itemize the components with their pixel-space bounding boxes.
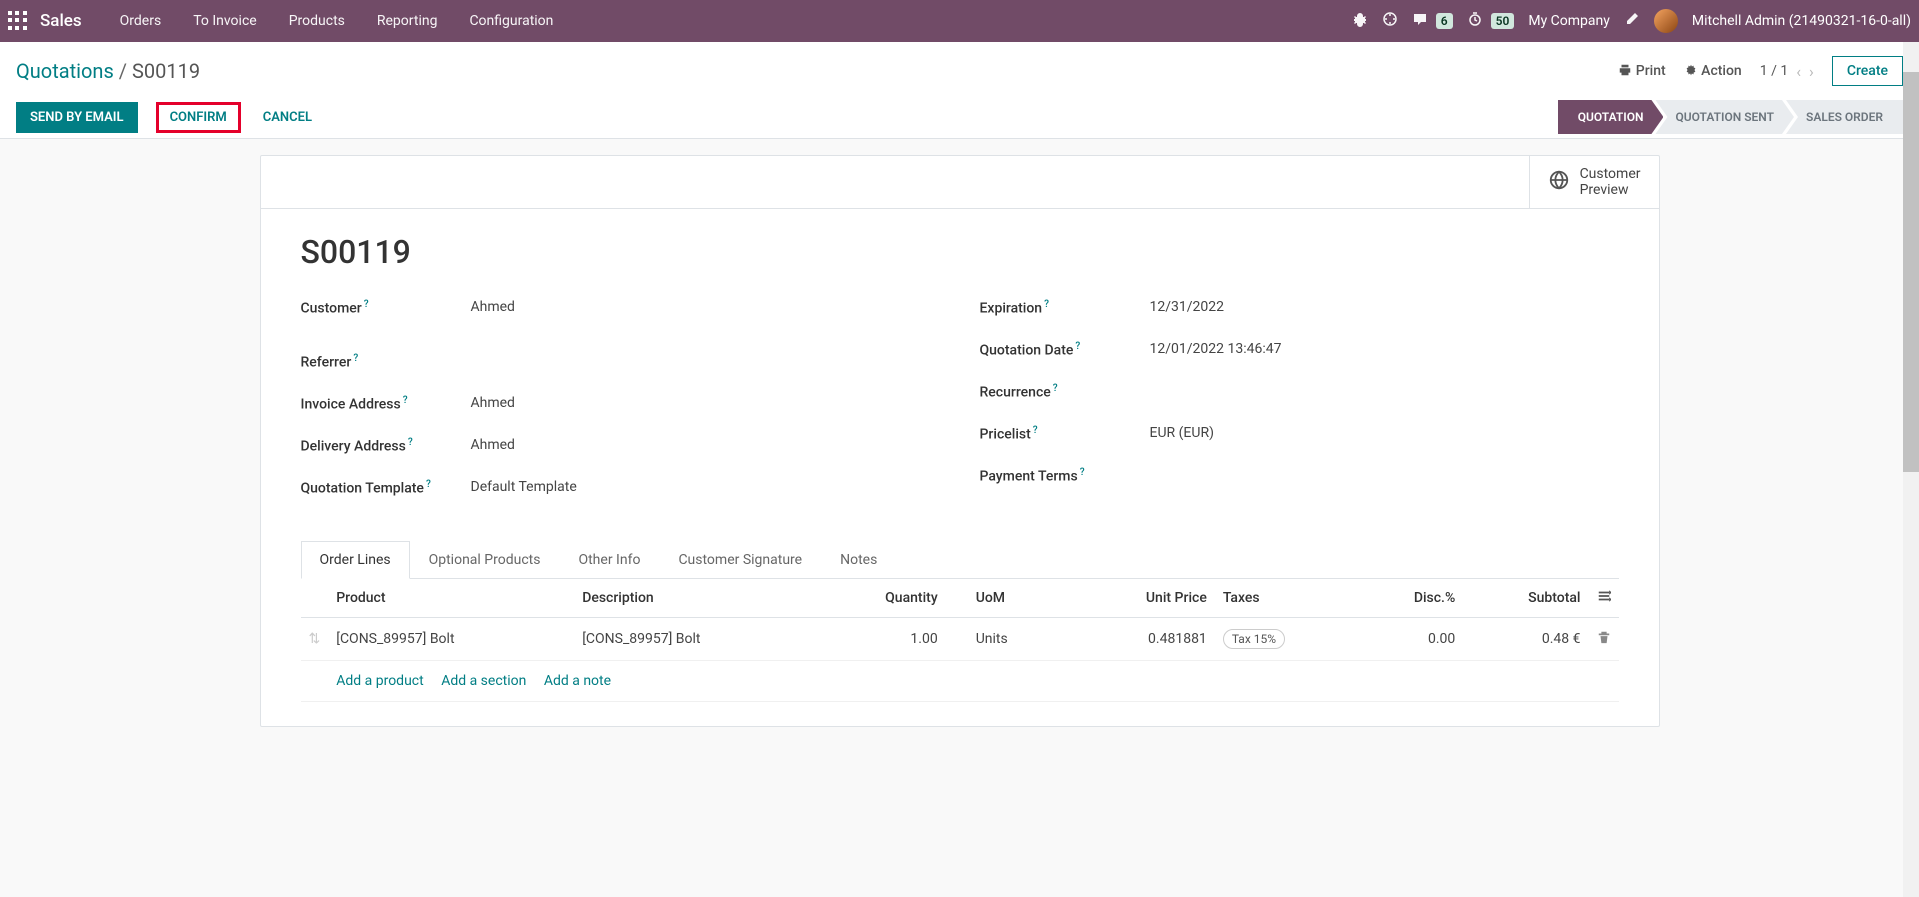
order-lines-table: Product Description Quantity UoM Unit Pr…: [301, 579, 1619, 702]
customer-preview-label: Customer Preview: [1580, 166, 1641, 198]
value-customer[interactable]: Ahmed: [471, 299, 515, 315]
globe-icon: [1548, 169, 1570, 196]
col-taxes: Taxes: [1215, 579, 1358, 618]
breadcrumb: Quotations / S00119: [16, 59, 200, 83]
avatar[interactable]: [1654, 9, 1678, 33]
col-disc: Disc.%: [1358, 579, 1463, 618]
support-icon[interactable]: [1382, 11, 1398, 31]
messages-icon[interactable]: [1412, 11, 1428, 31]
cell-unit-price[interactable]: 0.481881: [1074, 618, 1215, 661]
label-quotation-date: Quotation Date?: [980, 341, 1150, 359]
cell-tax[interactable]: Tax 15%: [1223, 629, 1285, 649]
pager-prev-icon[interactable]: ‹: [1796, 62, 1801, 81]
col-description: Description: [574, 579, 820, 618]
nav-to-invoice[interactable]: To Invoice: [179, 13, 271, 29]
bug-icon[interactable]: [1352, 11, 1368, 31]
tabs: Order Lines Optional Products Other Info…: [301, 541, 1619, 579]
form-sheet: Customer Preview S00119 Customer? Ahmed …: [260, 155, 1660, 727]
tab-notes[interactable]: Notes: [821, 541, 896, 578]
value-invoice-address[interactable]: Ahmed: [471, 395, 515, 411]
label-recurrence: Recurrence?: [980, 383, 1150, 401]
value-quotation-date[interactable]: 12/01/2022 13:46:47: [1150, 341, 1282, 357]
add-section-link[interactable]: Add a section: [441, 673, 526, 689]
delete-row-icon[interactable]: [1597, 632, 1611, 648]
label-pricelist: Pricelist?: [980, 425, 1150, 443]
add-note-link[interactable]: Add a note: [544, 673, 611, 689]
col-product: Product: [328, 579, 574, 618]
cancel-button[interactable]: CANCEL: [259, 102, 316, 133]
nav-products[interactable]: Products: [275, 13, 359, 29]
top-navbar: Sales Orders To Invoice Products Reporti…: [0, 0, 1919, 42]
value-quotation-template[interactable]: Default Template: [471, 479, 577, 495]
tab-order-lines[interactable]: Order Lines: [301, 541, 410, 579]
value-delivery-address[interactable]: Ahmed: [471, 437, 515, 453]
action-button[interactable]: Action: [1684, 63, 1742, 79]
statusbar: QUOTATION QUOTATION SENT SALES ORDER: [1558, 100, 1903, 134]
timer-badge: 50: [1491, 13, 1515, 29]
label-customer: Customer?: [301, 299, 471, 317]
brand[interactable]: Sales: [40, 11, 82, 31]
cell-description[interactable]: [CONS_89957] Bolt: [574, 618, 820, 661]
status-quotation[interactable]: QUOTATION: [1558, 100, 1664, 134]
company-name[interactable]: My Company: [1528, 13, 1610, 29]
breadcrumb-current: S00119: [132, 59, 200, 83]
label-delivery-address: Delivery Address?: [301, 437, 471, 455]
timer-icon[interactable]: [1467, 11, 1483, 31]
label-referrer: Referrer?: [301, 353, 471, 371]
tab-other-info[interactable]: Other Info: [559, 541, 659, 578]
customer-preview-button[interactable]: Customer Preview: [1529, 156, 1659, 208]
username[interactable]: Mitchell Admin (21490321-16-0-all): [1692, 13, 1911, 29]
create-button[interactable]: Create: [1832, 56, 1903, 86]
label-payment-terms: Payment Terms?: [980, 467, 1150, 485]
scrollbar[interactable]: [1903, 42, 1919, 897]
pager-text: 1 / 1: [1760, 63, 1788, 79]
tab-optional-products[interactable]: Optional Products: [410, 541, 560, 578]
value-pricelist[interactable]: EUR (EUR): [1150, 425, 1214, 441]
nav-reporting[interactable]: Reporting: [363, 13, 452, 29]
label-expiration: Expiration?: [980, 299, 1150, 317]
pager-next-icon[interactable]: ›: [1809, 62, 1814, 81]
drag-handle-icon[interactable]: ⇅: [309, 631, 321, 647]
col-uom: UoM: [946, 579, 1074, 618]
print-button[interactable]: Print: [1618, 63, 1665, 79]
cell-product[interactable]: [CONS_89957] Bolt: [328, 618, 574, 661]
tab-customer-signature[interactable]: Customer Signature: [659, 541, 821, 578]
label-quotation-template: Quotation Template?: [301, 479, 471, 497]
cell-uom[interactable]: Units: [946, 618, 1074, 661]
messages-badge: 6: [1436, 13, 1453, 29]
send-by-email-button[interactable]: SEND BY EMAIL: [16, 102, 138, 133]
record-title: S00119: [301, 233, 1619, 271]
cell-quantity[interactable]: 1.00: [820, 618, 946, 661]
nav-orders[interactable]: Orders: [106, 13, 176, 29]
value-expiration[interactable]: 12/31/2022: [1150, 299, 1225, 315]
status-sales-order[interactable]: SALES ORDER: [1786, 100, 1903, 134]
status-quotation-sent[interactable]: QUOTATION SENT: [1655, 100, 1794, 134]
tools-icon[interactable]: [1624, 11, 1640, 31]
control-panel: Quotations / S00119 Print Action 1 / 1 ‹…: [0, 42, 1919, 139]
breadcrumb-parent[interactable]: Quotations: [16, 59, 114, 83]
nav-configuration[interactable]: Configuration: [455, 13, 567, 29]
add-product-link[interactable]: Add a product: [336, 673, 423, 689]
col-subtotal: Subtotal: [1463, 579, 1588, 618]
label-invoice-address: Invoice Address?: [301, 395, 471, 413]
confirm-button[interactable]: CONFIRM: [156, 102, 241, 133]
apps-icon[interactable]: [8, 11, 28, 31]
cell-disc[interactable]: 0.00: [1358, 618, 1463, 661]
table-row[interactable]: ⇅ [CONS_89957] Bolt [CONS_89957] Bolt 1.…: [301, 618, 1619, 661]
cell-subtotal: 0.48 €: [1463, 618, 1588, 661]
col-quantity: Quantity: [820, 579, 946, 618]
col-unit-price: Unit Price: [1074, 579, 1215, 618]
main-content: Customer Preview S00119 Customer? Ahmed …: [0, 139, 1919, 894]
columns-settings-icon[interactable]: [1597, 591, 1611, 607]
